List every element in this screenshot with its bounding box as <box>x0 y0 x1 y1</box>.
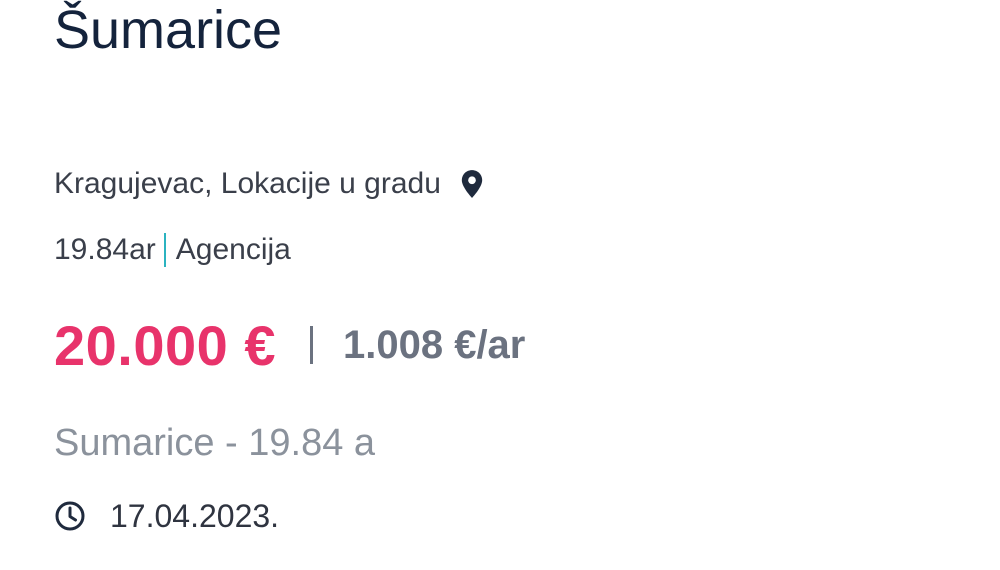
price-divider <box>309 326 313 364</box>
price-per-unit: 1.008 €/ar <box>342 322 526 367</box>
area-text: 19.84ar <box>54 233 156 266</box>
map-pin-icon <box>459 169 485 199</box>
listing-subtitle: Sumarice - 19.84 a <box>54 421 376 464</box>
listing-title[interactable]: Šumarice <box>54 0 282 66</box>
location-row: Kragujevac, Lokacije u gradu <box>54 164 485 204</box>
price: 20.000 € <box>54 313 276 377</box>
location-text: Kragujevac, Lokacije u gradu <box>54 167 441 200</box>
listing-card[interactable]: Šumarice Kragujevac, Lokacije u gradu 19… <box>0 0 1000 570</box>
price-row: 20.000 € 1.008 €/ar <box>54 310 525 380</box>
date-row: 17.04.2023. <box>54 494 279 538</box>
meta-divider <box>163 233 166 267</box>
meta-row: 19.84ar Agencija <box>54 230 291 270</box>
clock-icon <box>54 500 86 532</box>
seller-type: Agencija <box>175 233 291 266</box>
subtitle-row: Sumarice - 19.84 a <box>54 418 375 468</box>
listing-date: 17.04.2023. <box>110 497 280 534</box>
